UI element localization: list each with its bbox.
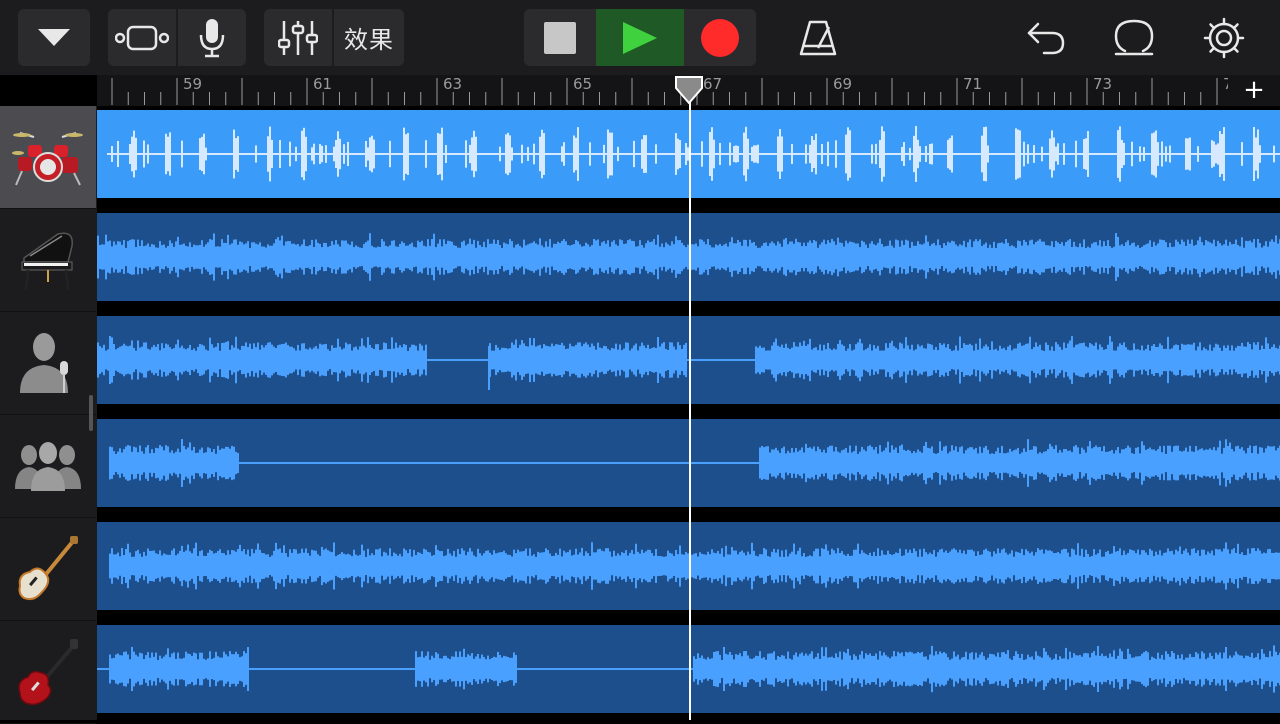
microphone-icon (199, 18, 225, 57)
record-button[interactable] (684, 9, 756, 66)
loops-button[interactable] (1106, 13, 1162, 63)
ruler-bar-label: 63 (443, 75, 462, 93)
play-icon (623, 21, 657, 54)
ruler-bar-label: 69 (833, 75, 852, 93)
metronome-icon (799, 20, 837, 56)
track-header-piano[interactable] (0, 209, 96, 312)
grand-piano-icon (21, 232, 73, 291)
tracks-view-icon (115, 25, 169, 50)
track-header-choir[interactable] (0, 415, 96, 518)
track-header-drums[interactable] (0, 106, 96, 209)
track-list-scroll-indicator[interactable] (89, 395, 93, 431)
bass-guitar-icon (18, 536, 78, 601)
tracks-view-button[interactable] (108, 9, 176, 66)
add-section-button[interactable]: + (1228, 75, 1280, 106)
stop-icon (544, 21, 576, 54)
undo-icon (1027, 22, 1065, 55)
effects-label: 效果 (344, 26, 394, 54)
toolbar: 效果 (0, 0, 1280, 75)
ruler-bar-label: 71 (963, 75, 982, 93)
choir-icon (15, 442, 81, 491)
mixer-group: 效果 (264, 9, 404, 66)
undo-button[interactable] (1018, 13, 1074, 63)
play-button[interactable] (596, 9, 684, 66)
instrument-view-button[interactable] (178, 9, 246, 66)
gear-icon (1203, 17, 1245, 59)
ruler-bar-label: 65 (573, 75, 592, 93)
track-header-column (0, 106, 97, 724)
vocalist-icon (20, 333, 68, 393)
track-header-vocals[interactable] (0, 312, 96, 415)
tracks-menu-button[interactable] (18, 9, 90, 66)
view-group (108, 9, 246, 66)
ruler-bar-label: 67 (703, 75, 722, 93)
settings-button[interactable] (1196, 13, 1252, 63)
electric-guitar-icon (18, 639, 78, 706)
playhead-handle[interactable] (674, 76, 704, 104)
playhead-line (689, 76, 691, 720)
record-icon (701, 18, 739, 57)
track-header-bass[interactable] (0, 518, 96, 621)
loop-icon (1114, 19, 1154, 56)
ruler-bar-label: 73 (1093, 75, 1112, 93)
transport-group (524, 9, 756, 66)
metronome-button[interactable] (790, 13, 846, 63)
stop-button[interactable] (524, 9, 596, 66)
effects-button[interactable]: 效果 (334, 9, 404, 66)
mixer-button[interactable] (264, 9, 332, 66)
drum-kit-icon (12, 132, 83, 186)
track-header-guitar[interactable] (0, 621, 96, 724)
sliders-icon (278, 20, 318, 55)
ruler-bar-label: 61 (313, 75, 332, 93)
ruler-bar-label: 59 (183, 75, 202, 93)
chevron-down-icon (38, 28, 70, 46)
